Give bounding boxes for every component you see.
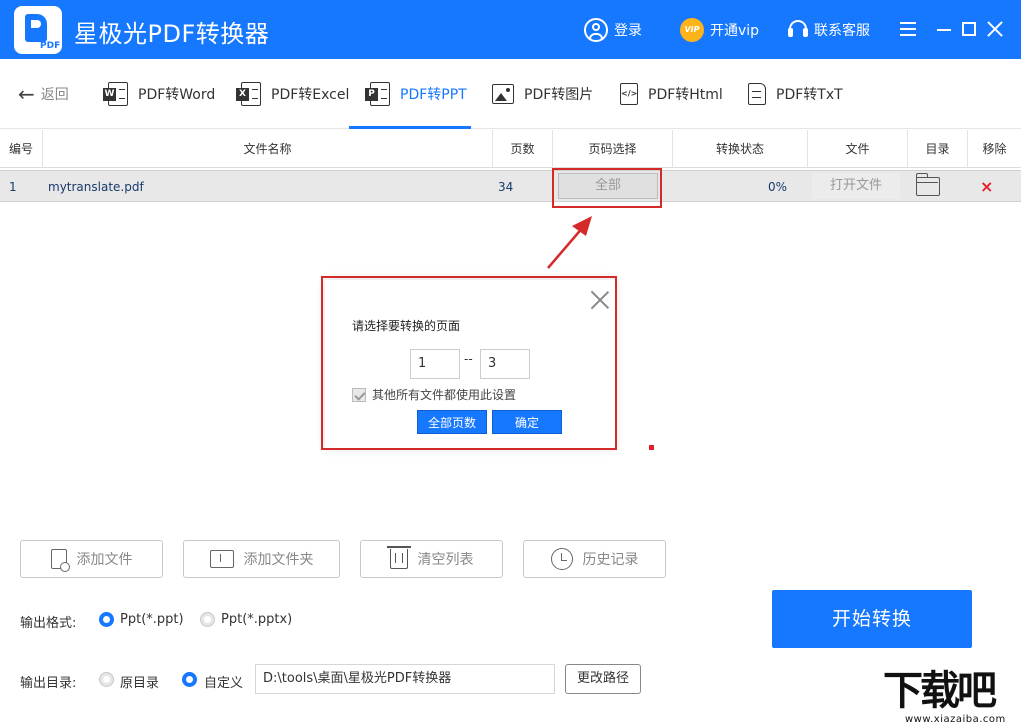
annotation-arrow [540, 206, 600, 276]
title-bar: PDF 星极光PDF转换器 登录 VIP 开通vip 联系客服 [0, 0, 1021, 59]
format-ppt-label[interactable]: Ppt(*.ppt) [120, 612, 184, 627]
tab-pdf-to-word[interactable]: W PDF转Word [108, 81, 215, 107]
output-path-input[interactable]: D:\tools\桌面\星极光PDF转换器 [255, 664, 555, 694]
tab-label: PDF转TxT [776, 84, 843, 104]
row-page-count: 34 [498, 171, 513, 203]
tab-pdf-to-txt[interactable]: PDF转TxT [748, 81, 843, 107]
html-code-icon: </> [620, 83, 638, 105]
service-label: 联系客服 [814, 20, 870, 40]
col-file-header: 文件 [808, 130, 908, 168]
site-watermark: 下载吧 www.xiazaiba.com [883, 666, 1021, 726]
user-icon [584, 18, 608, 42]
tab-label: PDF转图片 [524, 84, 593, 104]
dir-original-radio[interactable] [99, 672, 114, 687]
minimize-icon[interactable] [937, 29, 951, 31]
vip-icon: VIP [680, 18, 704, 42]
contact-service-button[interactable]: 联系客服 [788, 17, 870, 43]
output-format-label: 输出格式: [20, 612, 76, 631]
watermark-url: www.xiazaiba.com [905, 714, 1006, 725]
start-convert-button[interactable]: 开始转换 [772, 590, 972, 648]
folder-icon[interactable] [916, 177, 940, 196]
clear-list-label: 清空列表 [418, 549, 474, 569]
headset-icon [788, 19, 808, 41]
login-button[interactable]: 登录 [584, 17, 642, 43]
change-path-button[interactable]: 更改路径 [565, 664, 641, 694]
tab-label: PDF转Excel [271, 84, 349, 104]
col-range-header: 页码选择 [553, 130, 673, 168]
add-folder-label: 添加文件夹 [244, 549, 314, 569]
tab-pdf-to-image[interactable]: PDF转图片 [492, 81, 593, 107]
watermark-logo: 下载吧 [883, 666, 994, 716]
dialog-highlight-box [321, 276, 617, 450]
output-dir-label: 输出目录: [20, 672, 76, 691]
image-icon [492, 84, 514, 104]
range-highlight-box [552, 168, 662, 208]
annotation-dot [649, 445, 654, 450]
history-label: 历史记录 [583, 549, 639, 569]
tab-label: PDF转Word [138, 84, 215, 104]
back-button[interactable]: ← 返回 [18, 84, 69, 104]
tab-label: PDF转Html [648, 84, 723, 104]
add-file-label: 添加文件 [77, 549, 133, 569]
add-file-button[interactable]: 添加文件 [20, 540, 163, 578]
dir-original-label[interactable]: 原目录 [120, 672, 159, 691]
close-icon[interactable] [985, 19, 1005, 39]
tab-pdf-to-ppt[interactable]: P PDF转PPT [370, 81, 467, 107]
col-status-header: 转换状态 [673, 130, 808, 168]
maximize-icon[interactable] [962, 22, 976, 36]
row-file-name: mytranslate.pdf [48, 171, 144, 203]
remove-icon[interactable]: × [980, 171, 993, 203]
row-status: 0% [768, 171, 787, 203]
format-pptx-radio[interactable] [200, 612, 215, 627]
row-index: 1 [9, 171, 17, 203]
clear-list-button[interactable]: 清空列表 [360, 540, 503, 578]
app-logo: PDF [14, 6, 62, 54]
trash-icon [390, 549, 408, 569]
col-name-header: 文件名称 [43, 130, 493, 168]
menu-icon[interactable] [900, 22, 916, 36]
back-arrow-icon: ← [18, 85, 35, 103]
dir-custom-radio[interactable] [182, 672, 197, 687]
logo-text: PDF [40, 41, 60, 51]
col-pages-header: 页数 [493, 130, 553, 168]
add-folder-icon [210, 550, 234, 568]
vip-button[interactable]: VIP 开通vip [680, 17, 759, 43]
ppt-doc-icon: P [370, 82, 390, 106]
table-row[interactable]: 1 mytranslate.pdf 34 全部 0% 打开文件 × [0, 170, 1021, 202]
tab-pdf-to-html[interactable]: </> PDF转Html [620, 81, 723, 107]
add-file-icon [51, 549, 67, 569]
tab-label: PDF转PPT [400, 84, 467, 104]
format-ppt-radio[interactable] [99, 612, 114, 627]
clock-icon [551, 548, 573, 570]
col-remove-header: 移除 [968, 130, 1021, 168]
text-doc-icon [748, 83, 766, 105]
vip-label: 开通vip [710, 20, 759, 40]
login-label: 登录 [614, 20, 642, 40]
word-doc-icon: W [108, 82, 128, 106]
excel-doc-icon: X [241, 82, 261, 106]
tab-bar: ← 返回 W PDF转Word X PDF转Excel P PDF转PPT PD… [0, 59, 1021, 129]
col-index-header: 编号 [0, 130, 43, 168]
tab-pdf-to-excel[interactable]: X PDF转Excel [241, 81, 349, 107]
format-pptx-label[interactable]: Ppt(*.pptx) [221, 612, 292, 627]
history-button[interactable]: 历史记录 [523, 540, 666, 578]
app-title: 星极光PDF转换器 [74, 14, 269, 49]
file-table-header: 编号 文件名称 页数 页码选择 转换状态 文件 目录 移除 [0, 130, 1021, 168]
add-folder-button[interactable]: 添加文件夹 [183, 540, 340, 578]
open-file-button[interactable]: 打开文件 [812, 173, 900, 199]
back-label: 返回 [41, 84, 69, 104]
logo-mark [25, 14, 47, 42]
dir-custom-label[interactable]: 自定义 [204, 672, 243, 691]
active-tab-indicator [349, 126, 471, 129]
col-dir-header: 目录 [908, 130, 968, 168]
